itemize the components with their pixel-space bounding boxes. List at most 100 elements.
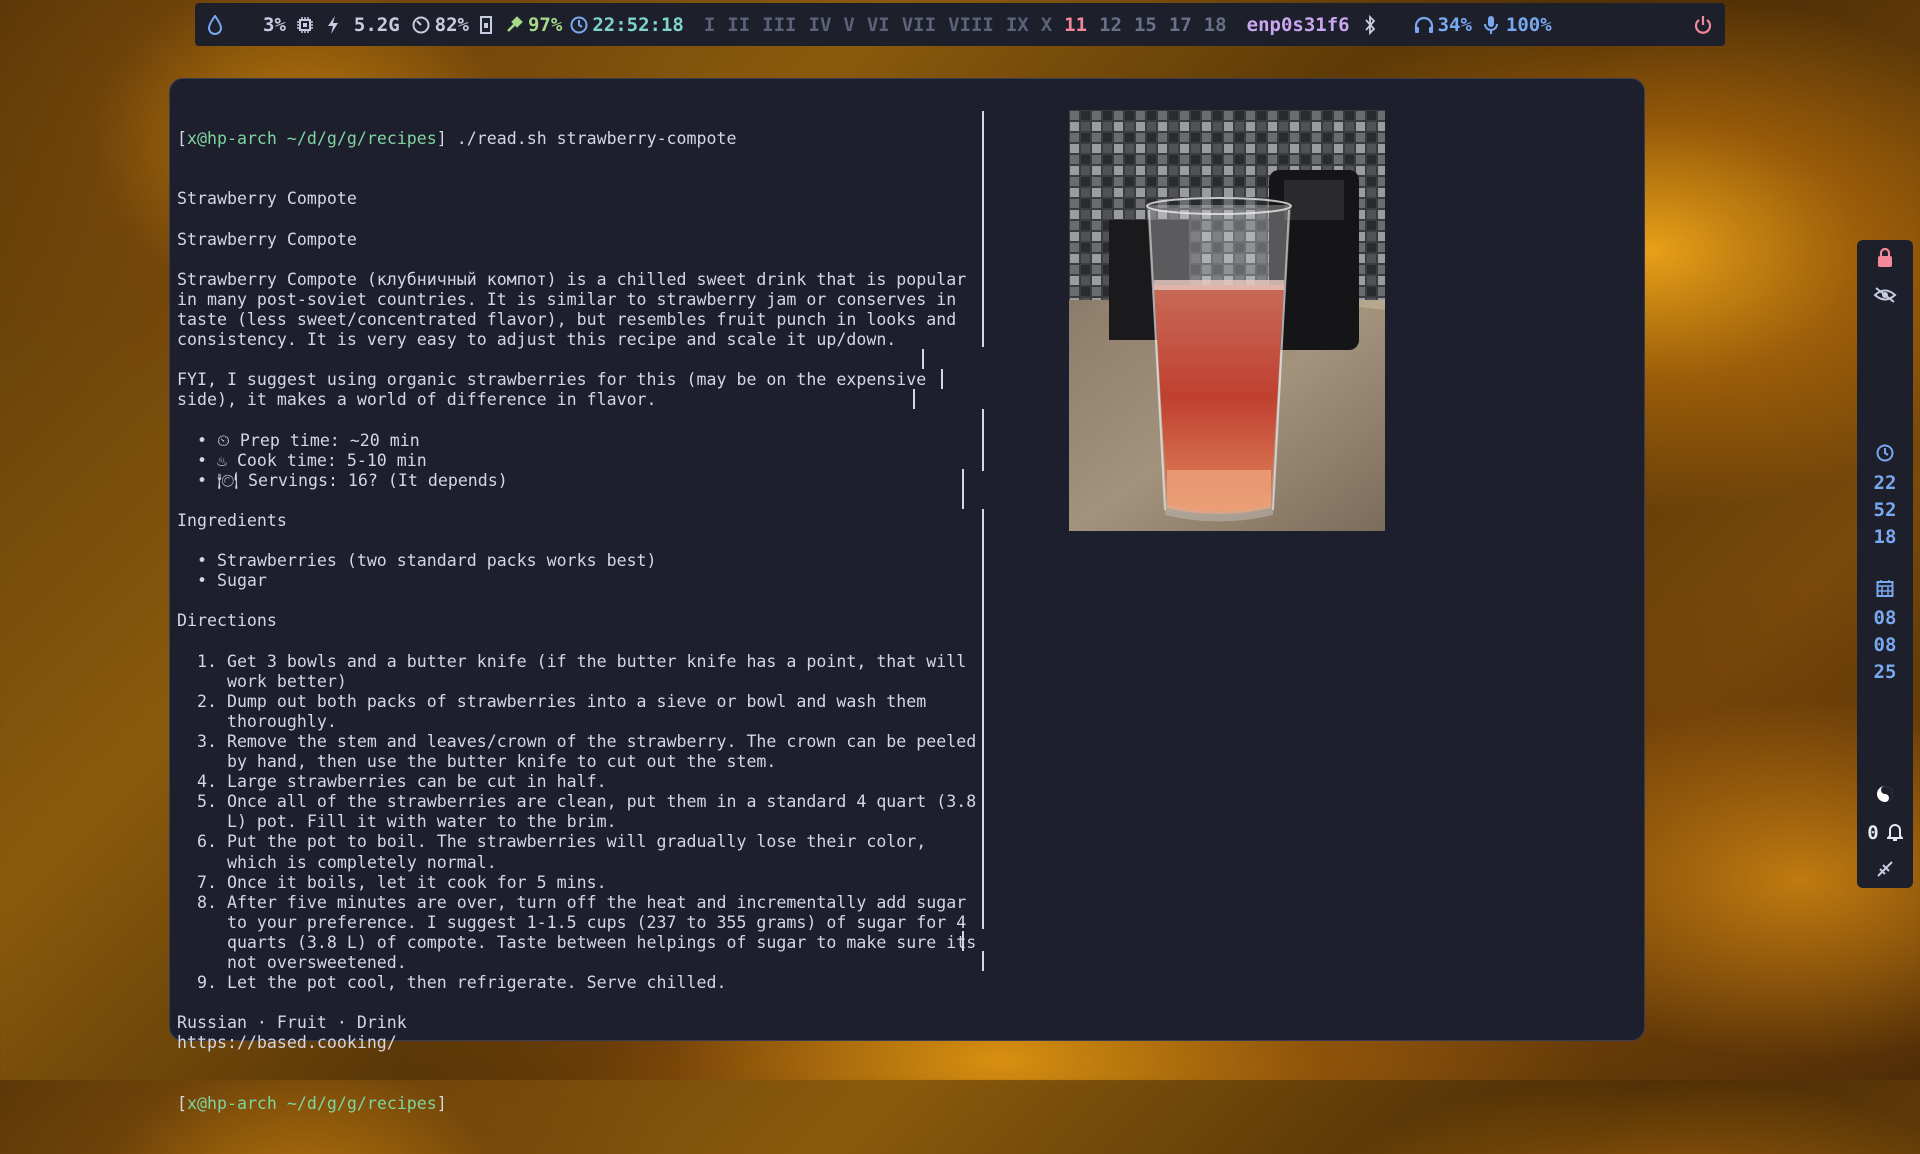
terminal-line: • 🍽 Servings: 16? (It depends) xyxy=(177,470,508,490)
headphone-volume: 34% xyxy=(1437,13,1472,36)
terminal-line: side), it makes a world of difference in… xyxy=(177,390,657,410)
microphone-icon xyxy=(1483,15,1498,34)
prompt-user: x@hp-arch xyxy=(187,129,277,149)
terminal-line: which is completely normal. xyxy=(177,852,497,872)
terminal-line: taste (less sweet/concentrated flavor), … xyxy=(177,310,957,330)
workspace-list: I II III IV V VI VII VIII IX X 11 12 15 … xyxy=(704,14,1227,36)
workspace-button[interactable]: IV xyxy=(809,14,832,36)
clock-time: 22:52:18 xyxy=(592,13,684,36)
workspace-button-active[interactable]: 11 xyxy=(1064,14,1087,36)
power-menu-button[interactable] xyxy=(1693,15,1713,35)
terminal-output: [x@hp-arch ~/d/g/g/recipes] ./read.sh st… xyxy=(177,89,976,1154)
sidebar-date-day: 08 xyxy=(1873,607,1897,629)
calendar-icon-wrap xyxy=(1857,579,1913,597)
prompt-line: [x@hp-arch ~/d/g/g/recipes] ./read.sh st… xyxy=(177,129,737,149)
launcher-button[interactable] xyxy=(207,14,223,35)
terminal-line: 2. Dump out both packs of strawberries i… xyxy=(177,691,927,711)
terminal-line: FYI, I suggest using organic strawberrie… xyxy=(177,370,927,390)
terminal-line: Directions xyxy=(177,611,277,631)
eye-slash-icon xyxy=(1873,287,1897,303)
bluetooth-icon xyxy=(1364,14,1375,35)
disk-widget[interactable]: 82% xyxy=(412,14,493,36)
battery-widget[interactable]: 97% xyxy=(505,14,562,36)
workspace-button[interactable]: 12 xyxy=(1099,14,1122,36)
terminal-line: • Sugar xyxy=(177,571,267,591)
terminal-line: 8. After five minutes are over, turn off… xyxy=(177,892,967,912)
workspace-button[interactable]: X xyxy=(1041,14,1052,36)
cpu-usage: 3% xyxy=(263,13,286,36)
terminal-line: work better) xyxy=(177,671,347,691)
sidebar-second: 18 xyxy=(1873,526,1897,548)
battery-charging-icon xyxy=(507,15,523,32)
microphone-widget[interactable]: 100% xyxy=(1483,14,1552,36)
command-text: ./read.sh strawberry-compote xyxy=(456,129,737,149)
power-widget[interactable]: 5.2G xyxy=(326,14,400,36)
calendar-icon xyxy=(1876,580,1894,597)
workspace-button[interactable]: 17 xyxy=(1169,14,1192,36)
memory-card-icon xyxy=(479,15,492,34)
workspace-button[interactable]: I xyxy=(704,14,715,36)
bell-icon xyxy=(1886,824,1903,841)
lock-icon xyxy=(1878,248,1892,267)
headphone-volume-widget[interactable]: 34% xyxy=(1414,14,1472,36)
sidebar-date-month: 08 xyxy=(1873,634,1897,656)
render-artifact-line xyxy=(962,931,964,951)
headphones-icon xyxy=(1414,16,1433,33)
workspace-button[interactable]: II xyxy=(727,14,750,36)
idle-inhibitor-button[interactable] xyxy=(1857,286,1913,304)
terminal-line: 6. Put the pot to boil. The strawberries… xyxy=(177,832,927,852)
lock-button[interactable] xyxy=(1857,248,1913,268)
render-artifact-line xyxy=(982,951,984,971)
theme-toggle-button[interactable] xyxy=(1857,785,1913,803)
workspace-button[interactable]: VI xyxy=(867,14,890,36)
clock-widget[interactable]: 22:52:18 xyxy=(570,14,684,36)
network-widget[interactable]: enp0s31f6 xyxy=(1247,14,1350,36)
terminal-line: https://based.cooking/ xyxy=(177,1033,397,1053)
terminal-line: Ingredients xyxy=(177,510,287,530)
render-artifact-line xyxy=(962,469,964,509)
workspace-button[interactable]: VII xyxy=(902,14,936,36)
slash-brush-icon xyxy=(1877,861,1893,877)
terminal-line: consistency. It is very easy to adjust t… xyxy=(177,330,897,350)
workspace-button[interactable]: V xyxy=(843,14,854,36)
terminal-line: Strawberry Compote xyxy=(177,189,357,209)
notification-count: 0 xyxy=(1867,822,1879,844)
terminal-window[interactable]: [x@hp-arch ~/d/g/g/recipes] ./read.sh st… xyxy=(169,78,1645,1113)
terminal-line: Strawberry Compote (клубничный компот) i… xyxy=(177,269,967,289)
top-status-bar: 3% 5.2G 82% 97% 22:52:18 I II III IV V V… xyxy=(195,3,1725,46)
prompt-path: ~/d/g/g/recipes xyxy=(286,129,437,149)
render-artifact-line xyxy=(922,349,924,369)
clock-icon-wrap xyxy=(1857,444,1913,462)
terminal-line: 7. Once it boils, let it cook for 5 mins… xyxy=(177,872,607,892)
workspace-button[interactable]: 15 xyxy=(1134,14,1157,36)
prompt-user: x@hp-arch xyxy=(187,1093,277,1113)
workspace-button[interactable]: VIII xyxy=(948,14,994,36)
workspace-button[interactable]: IX xyxy=(1006,14,1029,36)
droplet-icon xyxy=(207,14,223,35)
clock-icon xyxy=(1876,444,1894,462)
terminal-line: thoroughly. xyxy=(177,711,337,731)
strawberry-compote-photo xyxy=(1069,110,1385,531)
terminal-line: • ⏲ Prep time: ~20 min xyxy=(177,430,420,450)
terminal-line: 3. Remove the stem and leaves/crown of t… xyxy=(177,732,977,751)
terminal-line: in many post-soviet countries. It is sim… xyxy=(177,289,957,309)
workspace-button[interactable]: III xyxy=(762,14,796,36)
render-artifact-line xyxy=(941,369,943,389)
bluetooth-widget[interactable] xyxy=(1364,14,1376,35)
terminal-line: 1. Get 3 bowls and a butter knife (if th… xyxy=(177,651,967,671)
terminal-line: to your preference. I suggest 1-1.5 cups… xyxy=(177,912,967,932)
terminal-line: not oversweetened. xyxy=(177,953,407,973)
color-picker-button[interactable] xyxy=(1857,860,1913,878)
notification-button[interactable]: 0 xyxy=(1857,822,1913,844)
prompt-line-current[interactable]: [x@hp-arch ~/d/g/g/recipes] xyxy=(177,1094,976,1114)
terminal-line: by hand, then use the butter knife to cu… xyxy=(177,752,777,772)
terminal-line: Strawberry Compote xyxy=(177,229,357,249)
cpu-widget[interactable]: 3% xyxy=(263,14,314,36)
workspace-button[interactable]: 18 xyxy=(1204,14,1227,36)
